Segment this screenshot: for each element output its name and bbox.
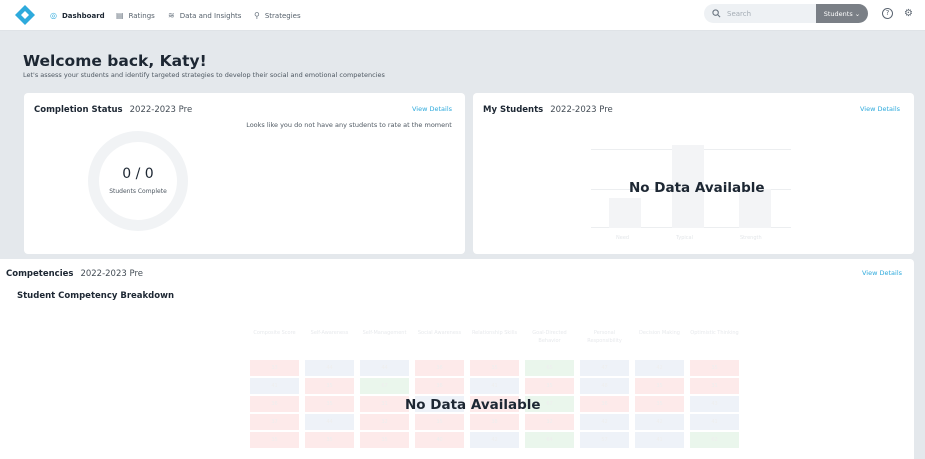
completion-count-label: Students Complete bbox=[109, 188, 167, 195]
card-title: My Students bbox=[483, 105, 544, 115]
heatmap-cell: 62 bbox=[690, 432, 739, 448]
completion-status-card: Completion Status 2022-2023 Pre View Deta… bbox=[24, 93, 465, 254]
heatmap-cell: 33 bbox=[250, 360, 299, 376]
heatmap-cell: 35 bbox=[305, 378, 354, 394]
heatmap-column-header: Composite Score bbox=[253, 330, 296, 336]
nav-item-label: Ratings bbox=[128, 12, 155, 20]
heatmap-cell: 35 bbox=[305, 432, 354, 448]
my-students-view-details-link[interactable]: View Details bbox=[860, 105, 900, 113]
card-period: 2022-2023 Pre bbox=[80, 269, 143, 279]
search-icon bbox=[712, 9, 721, 18]
heatmap-column-header: Social Awareness bbox=[417, 330, 462, 336]
app-logo-icon[interactable] bbox=[14, 4, 36, 26]
heatmap-cell: 35 bbox=[360, 432, 409, 448]
nav-item-data-and-insights[interactable]: ≋ Data and Insights bbox=[168, 9, 241, 23]
card-title: Competencies bbox=[6, 269, 74, 279]
my-students-card: My Students 2022-2023 Pre View Details Ne… bbox=[473, 93, 914, 254]
nav-item-dashboard[interactable]: ◎ Dashboard bbox=[50, 9, 105, 23]
heatmap-column-header: Goal-Directed Behavior bbox=[532, 330, 567, 344]
help-icon[interactable]: ? bbox=[882, 8, 893, 19]
card-header: Completion Status 2022-2023 Pre bbox=[34, 105, 192, 115]
welcome-subtitle: Let's assess your students and identify … bbox=[23, 71, 385, 79]
heatmap-cell: 42 bbox=[635, 360, 684, 376]
heatmap-cell: 35 bbox=[635, 378, 684, 394]
card-title: Completion Status bbox=[34, 105, 123, 115]
heatmap-cell: 47 bbox=[580, 360, 629, 376]
heatmap-cell: 41 bbox=[635, 432, 684, 448]
heatmap-cell: 44 bbox=[305, 414, 354, 430]
welcome-title: Welcome back, Katy! bbox=[23, 52, 207, 70]
heatmap-cell: 36 bbox=[250, 396, 299, 412]
heatmap-cell: 65 bbox=[525, 360, 574, 376]
breakdown-title: Student Competency Breakdown bbox=[17, 291, 175, 301]
heatmap-cell: 36 bbox=[580, 396, 629, 412]
heatmap-cell: 67 bbox=[360, 378, 409, 394]
heatmap-cell: 41 bbox=[470, 378, 519, 394]
nav-item-label: Data and Insights bbox=[179, 12, 242, 20]
ghost-axis-label: Strength bbox=[740, 235, 762, 241]
heatmap-cell: 36 bbox=[415, 360, 464, 376]
heatmap-cell: 38 bbox=[470, 414, 519, 430]
students-dropdown-button[interactable]: Students ⌄ bbox=[816, 4, 868, 23]
heatmap-cell: 32 bbox=[525, 414, 574, 430]
heatmap-column-header: Personal Responsibility bbox=[587, 330, 622, 344]
nav-item-strategies[interactable]: ⚲ Strategies bbox=[254, 9, 301, 23]
heatmap-cell: 37 bbox=[250, 414, 299, 430]
nav-item-label: Dashboard bbox=[61, 12, 105, 20]
ghost-axis-label: Need bbox=[616, 235, 630, 241]
heatmap-cell: 42 bbox=[635, 414, 684, 430]
competencies-view-details-link[interactable]: View Details bbox=[862, 269, 902, 277]
heatmap-cell: 35 bbox=[250, 432, 299, 448]
heatmap-cell: 64 bbox=[525, 432, 574, 448]
ghost-bar-need bbox=[609, 198, 641, 228]
settings-gear-icon[interactable]: ⚙ bbox=[903, 8, 914, 19]
completion-view-details-link[interactable]: View Details bbox=[412, 105, 452, 113]
heatmap-cell: 35 bbox=[470, 360, 519, 376]
no-data-message: No Data Available bbox=[405, 397, 541, 413]
competencies-card: Competencies 2022-2023 Pre View Details S… bbox=[0, 259, 914, 459]
no-data-message: No Data Available bbox=[629, 180, 765, 196]
heatmap-column-header: Decision Making bbox=[639, 330, 680, 336]
heatmap-cell: 31 bbox=[690, 378, 739, 394]
strategies-icon: ⚲ bbox=[254, 11, 260, 20]
heatmap-column-header: Self-Management bbox=[362, 330, 407, 336]
card-header: My Students 2022-2023 Pre bbox=[483, 105, 613, 115]
heatmap-cell: 35 bbox=[525, 378, 574, 394]
search-box bbox=[704, 4, 816, 23]
heatmap-cell: 35 bbox=[305, 396, 354, 412]
heatmap-cell: 35 bbox=[415, 414, 464, 430]
heatmap-cell: 32 bbox=[360, 414, 409, 430]
heatmap-cell: 44 bbox=[305, 360, 354, 376]
heatmap-cell: 41 bbox=[250, 378, 299, 394]
heatmap-column-header: Self-Awareness bbox=[310, 330, 349, 336]
heatmap-cell: 40 bbox=[415, 432, 464, 448]
top-navigation-bar: ◎ Dashboard ▤ Ratings ≋ Data and Insight… bbox=[0, 0, 925, 31]
nav-item-label: Strategies bbox=[264, 12, 301, 20]
nav-item-ratings[interactable]: ▤ Ratings bbox=[116, 9, 155, 23]
heatmap-cell: 31 bbox=[360, 396, 409, 412]
card-period: 2022-2023 Pre bbox=[550, 105, 613, 115]
no-students-message: Looks like you do not have any students … bbox=[246, 121, 452, 129]
heatmap-cell: 42 bbox=[580, 414, 629, 430]
heatmap-cell: 48 bbox=[580, 378, 629, 394]
search-input[interactable] bbox=[727, 9, 807, 18]
heatmap-cell: 35 bbox=[635, 396, 684, 412]
heatmap-cell: 42 bbox=[470, 432, 519, 448]
insights-icon: ≋ bbox=[168, 11, 175, 20]
heatmap-cell: 57 bbox=[580, 432, 629, 448]
ghost-axis-label: Typical bbox=[676, 235, 693, 241]
heatmap-cell: 35 bbox=[690, 360, 739, 376]
heatmap-column-header: Relationship Skills bbox=[471, 330, 518, 336]
completion-count: 0 / 0 bbox=[122, 166, 154, 182]
heatmap-cell: 41 bbox=[690, 414, 739, 430]
ratings-icon: ▤ bbox=[116, 11, 124, 20]
card-period: 2022-2023 Pre bbox=[129, 105, 193, 115]
heatmap-cell: 43 bbox=[690, 396, 739, 412]
heatmap-column-header: Optimistic Thinking bbox=[690, 330, 739, 336]
heatmap-cell: 36 bbox=[415, 378, 464, 394]
heatmap-cell: 44 bbox=[360, 360, 409, 376]
dashboard-icon: ◎ bbox=[50, 11, 57, 20]
card-header: Competencies 2022-2023 Pre bbox=[6, 269, 143, 279]
